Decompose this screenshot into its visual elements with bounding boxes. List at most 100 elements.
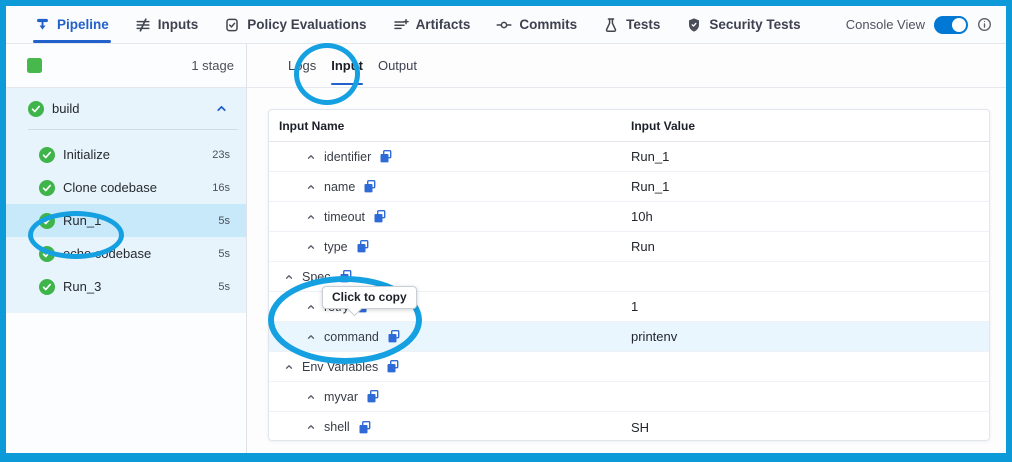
step-list: Initialize 23s Clone codebase 16s (6, 138, 246, 303)
step-duration: 16s (212, 182, 230, 194)
input-value: printenv (631, 329, 989, 344)
collapse-chevron-icon[interactable] (284, 272, 294, 282)
step-duration: 5s (218, 281, 230, 293)
tab-security-tests[interactable]: Security Tests (686, 6, 800, 43)
tab-label: Pipeline (57, 17, 109, 32)
step-duration: 5s (218, 248, 230, 260)
collapse-chevron-icon[interactable] (306, 332, 316, 342)
console-view-label: Console View (846, 17, 925, 32)
step-row[interactable]: echo codebase 5s (6, 237, 246, 270)
step-name: Clone codebase (63, 180, 157, 195)
success-check-icon (39, 147, 55, 163)
table-row[interactable]: identifier Run_1 (269, 142, 989, 172)
tab-policy-evaluations[interactable]: Policy Evaluations (224, 6, 366, 43)
info-icon[interactable] (977, 17, 992, 32)
copy-icon[interactable] (387, 329, 401, 344)
tab-tests[interactable]: Tests (603, 6, 660, 43)
chevron-up-icon[interactable] (215, 102, 228, 115)
copy-icon[interactable] (379, 149, 393, 164)
detail-tab-label: Logs (288, 58, 316, 73)
table-row[interactable]: myvar (269, 382, 989, 412)
step-name: Initialize (63, 147, 110, 162)
step-row[interactable]: Run_1 5s (6, 204, 246, 237)
input-value: 10h (631, 209, 989, 224)
copy-icon[interactable] (363, 179, 377, 194)
column-header-input-value: Input Value (631, 119, 989, 133)
input-value: SH (631, 420, 989, 435)
stage-panel: build Initialize 23s (6, 88, 246, 313)
input-name: myvar (324, 390, 358, 404)
detail-tabs: Logs Input Output (247, 44, 1006, 88)
copy-icon[interactable] (373, 209, 387, 224)
tab-artifacts[interactable]: Artifacts (393, 6, 471, 43)
table-row[interactable]: timeout 10h (269, 202, 989, 232)
detail-tab[interactable]: Logs (288, 44, 316, 87)
copy-icon[interactable] (386, 359, 400, 374)
tab-label: Commits (519, 17, 577, 32)
pipeline-icon (35, 17, 50, 32)
collapse-chevron-icon[interactable] (306, 302, 316, 312)
input-name: command (324, 330, 379, 344)
step-row[interactable]: Initialize 23s (6, 138, 246, 171)
input-name: type (324, 240, 348, 254)
input-table-card: Input Name Input Value identifier (268, 109, 990, 441)
stage-count-label: 1 stage (191, 58, 234, 73)
policy-evaluations-icon (224, 17, 240, 33)
content-area: 1 stage build (6, 44, 1006, 453)
collapse-chevron-icon[interactable] (306, 152, 316, 162)
detail-tab-label: Output (378, 58, 417, 73)
table-row[interactable]: Env Variables (269, 352, 989, 382)
top-navigation: Pipeline Inputs Policy Evaluations Artif… (6, 6, 1006, 44)
success-check-icon (39, 180, 55, 196)
success-check-icon (39, 279, 55, 295)
artifacts-icon (393, 17, 409, 33)
table-row[interactable]: shell SH (269, 412, 989, 441)
step-row[interactable]: Run_3 5s (6, 270, 246, 303)
stage-row-build[interactable]: build (6, 88, 246, 129)
detail-tab-label: Input (331, 58, 363, 73)
stage-status-square (27, 58, 42, 73)
copy-icon[interactable] (366, 389, 380, 404)
tab-label: Security Tests (709, 17, 800, 32)
input-value: Run_1 (631, 149, 989, 164)
table-row[interactable]: command printenv (269, 322, 989, 352)
step-row[interactable]: Clone codebase 16s (6, 171, 246, 204)
tab-pipeline[interactable]: Pipeline (35, 6, 109, 43)
sidebar-header: 1 stage (6, 44, 246, 88)
divider (28, 129, 238, 130)
copy-icon[interactable] (339, 269, 353, 284)
input-name: Env Variables (302, 360, 378, 374)
table-header: Input Name Input Value (269, 110, 989, 142)
input-name: name (324, 180, 355, 194)
table-row[interactable]: name Run_1 (269, 172, 989, 202)
tab-label: Tests (626, 17, 660, 32)
input-name: timeout (324, 210, 365, 224)
copy-icon[interactable] (358, 420, 372, 435)
collapse-chevron-icon[interactable] (306, 392, 316, 402)
tests-icon (603, 17, 619, 33)
tab-inputs[interactable]: Inputs (135, 6, 199, 43)
collapse-chevron-icon[interactable] (306, 242, 316, 252)
column-header-input-name: Input Name (269, 119, 631, 133)
commits-icon (496, 17, 512, 33)
tab-commits[interactable]: Commits (496, 6, 577, 43)
detail-tab[interactable]: Output (378, 44, 417, 87)
step-name: echo codebase (63, 246, 151, 261)
copy-icon[interactable] (356, 239, 370, 254)
copy-tooltip: Click to copy (322, 286, 417, 309)
collapse-chevron-icon[interactable] (306, 212, 316, 222)
security-tests-icon (686, 17, 702, 33)
app-window: Pipeline Inputs Policy Evaluations Artif… (0, 0, 1012, 462)
collapse-chevron-icon[interactable] (284, 362, 294, 372)
inputs-icon (135, 17, 151, 33)
collapse-chevron-icon[interactable] (306, 182, 316, 192)
tab-label: Policy Evaluations (247, 17, 366, 32)
stage-name: build (52, 101, 79, 116)
detail-tab[interactable]: Input (331, 44, 363, 87)
collapse-chevron-icon[interactable] (306, 422, 316, 432)
step-duration: 5s (218, 215, 230, 227)
execution-sidebar: 1 stage build (6, 44, 247, 453)
console-view-toggle[interactable] (934, 16, 968, 34)
input-value: 1 (631, 299, 989, 314)
table-row[interactable]: type Run (269, 232, 989, 262)
